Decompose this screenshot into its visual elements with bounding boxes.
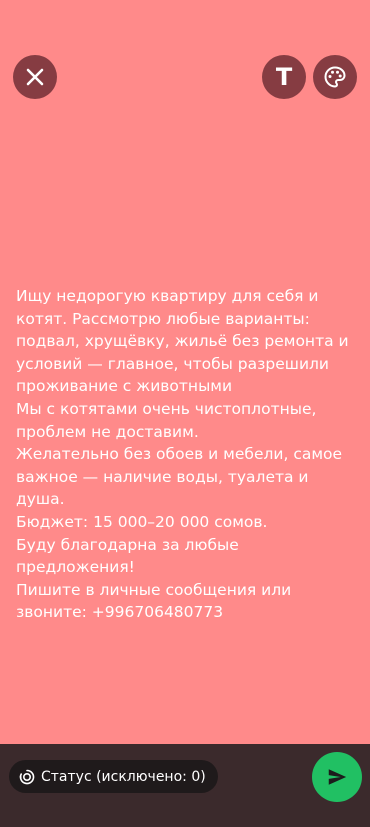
status-text[interactable]: Ищу недорогую квартиру для себя и котят.… [16,285,361,624]
status-text-line: Мы с котятами очень чистоплотные, пробле… [16,399,317,441]
close-button[interactable] [13,55,57,99]
status-text-line: Пишите в личные сообщения или звоните: +… [16,580,292,622]
palette-icon [324,66,346,88]
text-tool-button[interactable]: T [262,55,306,99]
status-audience-label: Статус (исключено: 0) [41,768,206,785]
status-text-line: Желательно без обоев и мебели, самое важ… [16,445,343,509]
text-tool-label: T [275,63,293,91]
status-ring-icon [19,769,35,784]
send-icon [328,769,347,785]
status-text-line: Ищу недорогую квартиру для себя и котят.… [16,287,349,396]
close-icon [26,68,44,86]
color-palette-button[interactable] [313,55,357,99]
status-text-line: Буду благодарна за любые предложения! [16,535,239,577]
status-audience-button[interactable]: Статус (исключено: 0) [9,760,218,793]
send-button[interactable] [312,752,362,802]
status-text-line: Бюджет: 15 000–20 000 сомов. [16,512,268,531]
